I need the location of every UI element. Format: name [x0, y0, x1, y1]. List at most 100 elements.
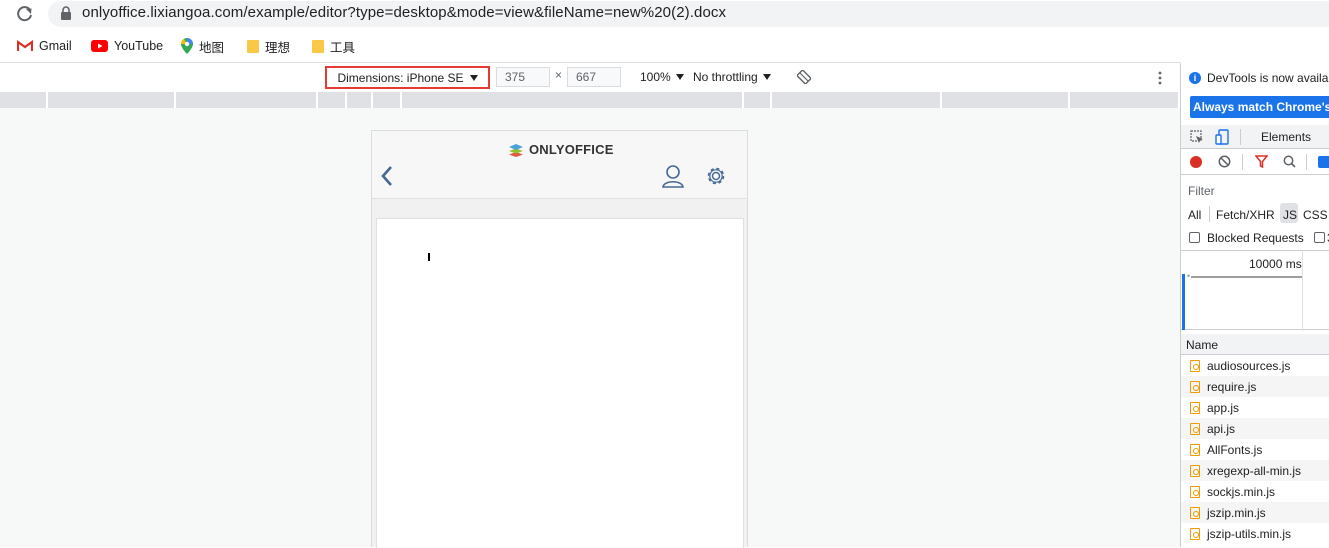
record-icon[interactable]: [1190, 156, 1202, 168]
file-name: sockjs.min.js: [1207, 484, 1276, 499]
media-query-segment[interactable]: [1070, 92, 1180, 108]
list-item[interactable]: require.js: [1181, 376, 1329, 397]
filter-label: Filter: [1188, 184, 1215, 198]
more-options-icon[interactable]: [1156, 70, 1164, 86]
file-name: require.js: [1207, 379, 1257, 394]
brand-name: ONLYOFFICE: [529, 142, 614, 157]
inspect-element-icon[interactable]: [1190, 130, 1204, 144]
zoom-dropdown[interactable]: 100%: [640, 70, 684, 84]
media-query-segment[interactable]: [772, 92, 942, 108]
list-item[interactable]: audiosources.js: [1181, 355, 1329, 376]
folder-icon: [247, 39, 259, 53]
media-query-segment[interactable]: [176, 92, 318, 108]
lock-icon[interactable]: [60, 6, 72, 20]
timeline-marker: •: [1187, 271, 1191, 281]
dimensions-dropdown[interactable]: Dimensions: iPhone SE: [325, 66, 490, 89]
throttling-label: No throttling: [693, 70, 758, 84]
tab-elements[interactable]: Elements: [1261, 130, 1311, 144]
bookmark-label: Gmail: [39, 39, 72, 53]
device-toolbar: Dimensions: iPhone SE 375 × 667 100% No …: [0, 63, 1180, 92]
onlyoffice-app-bar: ONLYOFFICE: [372, 131, 747, 199]
devtools-panel: i DevTools is now available Always match…: [1180, 63, 1329, 547]
height-input[interactable]: 667: [567, 67, 621, 87]
list-item[interactable]: api.js: [1181, 418, 1329, 439]
bookmark-label: YouTube: [114, 39, 164, 53]
folder-icon: [312, 39, 324, 53]
bookmark-gmail[interactable]: Gmail: [17, 37, 72, 55]
gear-icon[interactable]: [705, 165, 727, 187]
timeline-track: [1191, 276, 1302, 278]
media-query-segment[interactable]: [942, 92, 1070, 108]
chevron-down-icon: [675, 74, 684, 80]
file-name: jszip-utils.min.js: [1207, 526, 1292, 541]
media-query-segment[interactable]: [48, 92, 176, 108]
rotate-icon[interactable]: [797, 70, 811, 84]
address-bar-row: onlyoffice.lixiangoa.com/example/editor?…: [0, 0, 1329, 29]
media-query-segment[interactable]: [347, 92, 373, 108]
list-item[interactable]: jszip.min.js: [1181, 502, 1329, 523]
divider: [1306, 154, 1307, 170]
list-item[interactable]: app.js: [1181, 397, 1329, 418]
url-text[interactable]: onlyoffice.lixiangoa.com/example/editor?…: [82, 4, 726, 21]
type-filter-css[interactable]: CSS: [1303, 208, 1328, 222]
device-toolbar-toggle-icon[interactable]: [1215, 129, 1229, 145]
zoom-label: 100%: [640, 70, 671, 84]
name-header-label: Name: [1186, 338, 1219, 352]
bookmark-youtube[interactable]: YouTube: [91, 37, 163, 55]
reload-icon[interactable]: [15, 4, 35, 24]
file-name: app.js: [1207, 400, 1240, 415]
bookmark-maps[interactable]: 地图: [181, 37, 224, 55]
list-item[interactable]: xregexp-all-min.js: [1181, 460, 1329, 481]
gmail-icon: [17, 40, 33, 51]
user-icon[interactable]: [662, 164, 684, 188]
youtube-icon: [91, 40, 108, 52]
document-page[interactable]: [376, 218, 744, 548]
preserve-log-checkbox[interactable]: [1318, 156, 1329, 168]
timeline-label: 10000 ms: [1249, 257, 1302, 271]
js-file-icon: [1190, 506, 1200, 519]
media-query-segment[interactable]: [744, 92, 772, 108]
chevron-down-icon: [469, 74, 478, 81]
media-query-segment[interactable]: [402, 92, 744, 108]
timeline-selection-handle[interactable]: [1182, 274, 1185, 330]
back-icon[interactable]: [380, 165, 394, 187]
device-frame: ONLYOFFICE: [371, 130, 748, 548]
type-filter-all[interactable]: All: [1188, 208, 1201, 222]
divider: [1242, 154, 1243, 170]
width-input[interactable]: 375: [496, 67, 550, 87]
type-filter-js[interactable]: JS: [1283, 208, 1297, 222]
file-name: api.js: [1207, 421, 1236, 436]
maps-icon: [181, 38, 193, 54]
media-query-segment[interactable]: [318, 92, 347, 108]
media-query-ruler: [0, 92, 1180, 108]
info-icon: i: [1189, 72, 1201, 84]
text-cursor: [428, 253, 430, 261]
media-query-segment[interactable]: [373, 92, 402, 108]
timeline-gridline: [1302, 251, 1303, 331]
network-overview-timeline[interactable]: 10000 ms •: [1181, 250, 1329, 331]
clear-icon[interactable]: [1218, 155, 1231, 168]
throttling-dropdown[interactable]: No throttling: [693, 70, 771, 84]
list-item[interactable]: jszip-utils.min.js: [1181, 523, 1329, 544]
blocked-requests-checkbox[interactable]: [1189, 231, 1200, 245]
name-column-header[interactable]: Name: [1181, 334, 1329, 355]
file-name: audiosources.js: [1207, 358, 1291, 373]
devtools-info-banner: i DevTools is now available: [1189, 71, 1329, 85]
dimensions-label: Dimensions: iPhone SE: [337, 70, 464, 85]
third-party-checkbox[interactable]: [1314, 231, 1325, 245]
filter-icon[interactable]: [1255, 155, 1268, 168]
js-file-icon: [1190, 485, 1200, 498]
type-filter-fetch-xhr[interactable]: Fetch/XHR: [1216, 208, 1275, 222]
list-item[interactable]: sockjs.min.js: [1181, 481, 1329, 502]
list-item[interactable]: AllFonts.js: [1181, 439, 1329, 460]
checkbox-box: [1189, 232, 1200, 243]
bookmark-folder-lixiang[interactable]: 理想: [247, 37, 290, 55]
request-list: audiosources.js require.js app.js api.js…: [1181, 355, 1329, 547]
js-file-icon: [1190, 380, 1200, 393]
always-match-language-button[interactable]: Always match Chrome's language: [1190, 96, 1329, 118]
bookmark-label: 地图: [199, 40, 225, 55]
media-query-segment[interactable]: [0, 92, 48, 108]
search-icon[interactable]: [1283, 155, 1296, 168]
bookmark-label: 理想: [265, 40, 291, 55]
bookmark-folder-tools[interactable]: 工具: [312, 37, 355, 55]
